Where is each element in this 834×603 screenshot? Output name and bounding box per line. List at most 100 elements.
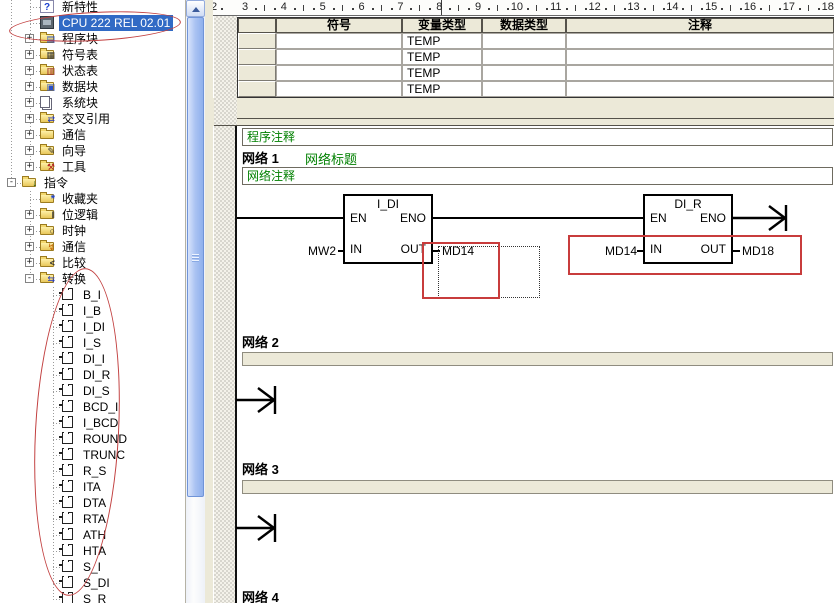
tree-item-r-s[interactable]: R_S — [0, 463, 185, 479]
expand-toggle[interactable]: + — [25, 146, 34, 155]
expand-toggle[interactable]: + — [25, 50, 34, 59]
pin-out: OUT — [401, 243, 426, 255]
tree-item-cross-reference[interactable]: + 交叉引用 — [0, 111, 185, 127]
pin-eno: ENO — [700, 212, 726, 224]
expand-toggle[interactable]: + — [25, 114, 34, 123]
tree-item-ita[interactable]: ITA — [0, 479, 185, 495]
tree-item-label: ITA — [80, 479, 104, 495]
network-1-comment-box[interactable]: 网络注释 — [242, 167, 833, 185]
ruler-number: 5 — [320, 1, 326, 13]
tree-item-dta[interactable]: DTA — [0, 495, 185, 511]
instruction-block-icon — [62, 304, 73, 316]
expand-toggle[interactable]: + — [25, 130, 34, 139]
tree-item-i-di[interactable]: I_DI — [0, 319, 185, 335]
ruler-tick — [458, 5, 459, 11]
scroll-up-button[interactable] — [186, 0, 205, 17]
tree-item-communications-2[interactable]: +通信 — [0, 239, 185, 255]
ruler-number: 16 — [744, 1, 756, 13]
expand-toggle[interactable]: + — [25, 210, 34, 219]
tree-item-i-bcd[interactable]: I_BCD — [0, 415, 185, 431]
tree-item-favorites[interactable]: 收藏夹 — [0, 191, 185, 207]
tree-item-data-block[interactable]: +数据块 — [0, 79, 185, 95]
tree-item-s-di[interactable]: S_DI — [0, 575, 185, 591]
instruction-block-icon — [62, 416, 73, 428]
branch-arrow-icon — [733, 201, 793, 237]
tree-item-di-r[interactable]: DI_R — [0, 367, 185, 383]
tree-item-s-r[interactable]: S_R — [0, 591, 185, 603]
expand-toggle[interactable]: + — [25, 34, 34, 43]
scrollbar-thumb[interactable] — [187, 17, 204, 497]
network-1-title[interactable]: 网络标题 — [305, 149, 357, 168]
function-block-di-r[interactable]: DI_R EN ENO IN OUT — [643, 194, 733, 264]
instruction-tree-panel: 新特性CPU 222 REL 02.01+程序块+符号表+状态表+数据块+系统块… — [0, 0, 186, 603]
instruction-block-icon — [62, 352, 73, 364]
expand-toggle[interactable]: + — [25, 162, 34, 171]
tree-item-program-block[interactable]: +程序块 — [0, 31, 185, 47]
tree-item-clock[interactable]: +时钟 — [0, 223, 185, 239]
tree-item-di-s[interactable]: DI_S — [0, 383, 185, 399]
tree-item-b-i[interactable]: B_I — [0, 287, 185, 303]
function-block-i-di[interactable]: I_DI EN ENO IN OUT — [343, 194, 433, 264]
tree-item-wizards[interactable]: +向导 — [0, 143, 185, 159]
expand-toggle[interactable]: + — [25, 242, 34, 251]
tree-item-tools[interactable]: +工具 — [0, 159, 185, 175]
ruler-number: 9 — [475, 1, 481, 13]
network-3-title-bar[interactable] — [242, 480, 833, 494]
tree-item-label: 交叉引用 — [59, 111, 113, 127]
tree-item-i-s[interactable]: I_S — [0, 335, 185, 351]
expand-toggle[interactable]: + — [25, 98, 34, 107]
operand-md18[interactable]: MD18 — [742, 245, 774, 257]
tree-item-label: R_S — [80, 463, 109, 479]
ruler-tick — [342, 5, 343, 11]
tree-item-symbol-table[interactable]: +符号表 — [0, 47, 185, 63]
expand-toggle[interactable]: + — [25, 66, 34, 75]
operand-mw2[interactable]: MW2 — [298, 245, 336, 257]
tree-item-communications[interactable]: +通信 — [0, 127, 185, 143]
tree-item-ath[interactable]: ATH — [0, 527, 185, 543]
expand-toggle[interactable]: + — [25, 226, 34, 235]
compare-icon — [40, 258, 54, 267]
ruler-dot — [372, 8, 374, 10]
tree-item-di-i[interactable]: DI_I — [0, 351, 185, 367]
collapse-toggle[interactable]: - — [7, 178, 16, 187]
tree-item-compare[interactable]: +比较 — [0, 255, 185, 271]
tree-connector-stub — [53, 423, 62, 424]
collapse-toggle[interactable]: - — [25, 274, 34, 283]
ruler-dot — [799, 8, 801, 10]
expand-toggle[interactable]: + — [25, 82, 34, 91]
tree-item-trunc[interactable]: TRUNC — [0, 447, 185, 463]
tree-item-i-b[interactable]: I_B — [0, 303, 185, 319]
program-block-icon — [40, 34, 54, 43]
tree-item-new-features[interactable]: 新特性 — [0, 0, 185, 15]
tree-item-bit-logic[interactable]: +位逻辑 — [0, 207, 185, 223]
tree-item-rta[interactable]: RTA — [0, 511, 185, 527]
program-comment-box[interactable]: 程序注释 — [242, 128, 833, 146]
ruler-dot — [624, 8, 626, 10]
tree-item-bcd-i[interactable]: BCD_I — [0, 399, 185, 415]
instructions-folder-icon — [22, 178, 36, 187]
operand-md14-in[interactable]: MD14 — [597, 245, 637, 257]
network-2-title-bar[interactable] — [242, 352, 833, 366]
tree-item-s-i[interactable]: S_I — [0, 559, 185, 575]
tree-connector-stub — [30, 23, 40, 24]
tree-item-round[interactable]: ROUND — [0, 431, 185, 447]
tree-item-label: ROUND — [80, 431, 130, 447]
tree-item-status-chart[interactable]: +状态表 — [0, 63, 185, 79]
tree-scrollbar[interactable] — [186, 0, 205, 603]
tree-item-convert[interactable]: -转换 — [0, 271, 185, 287]
tree-item-label: BCD_I — [80, 399, 121, 415]
tree-item-system-block[interactable]: +系统块 — [0, 95, 185, 111]
tree-item-instructions[interactable]: - 指令 — [0, 175, 185, 191]
tree-item-hta[interactable]: HTA — [0, 543, 185, 559]
cross-reference-icon — [40, 114, 54, 123]
tree-item-label: S_I — [80, 559, 104, 575]
tree-item-label: 指令 — [41, 175, 71, 191]
splitter-area[interactable] — [213, 98, 834, 126]
tree-item-label: I_B — [80, 303, 104, 319]
tree-item-cpu-222-rel-02-01[interactable]: CPU 222 REL 02.01 — [0, 15, 185, 31]
expand-toggle[interactable]: + — [25, 258, 34, 267]
ruler-dot — [468, 8, 470, 10]
wire-rail-to-idi — [237, 217, 345, 219]
network-2-label: 网络 2 — [242, 332, 279, 351]
ruler-number: 6 — [358, 1, 364, 13]
